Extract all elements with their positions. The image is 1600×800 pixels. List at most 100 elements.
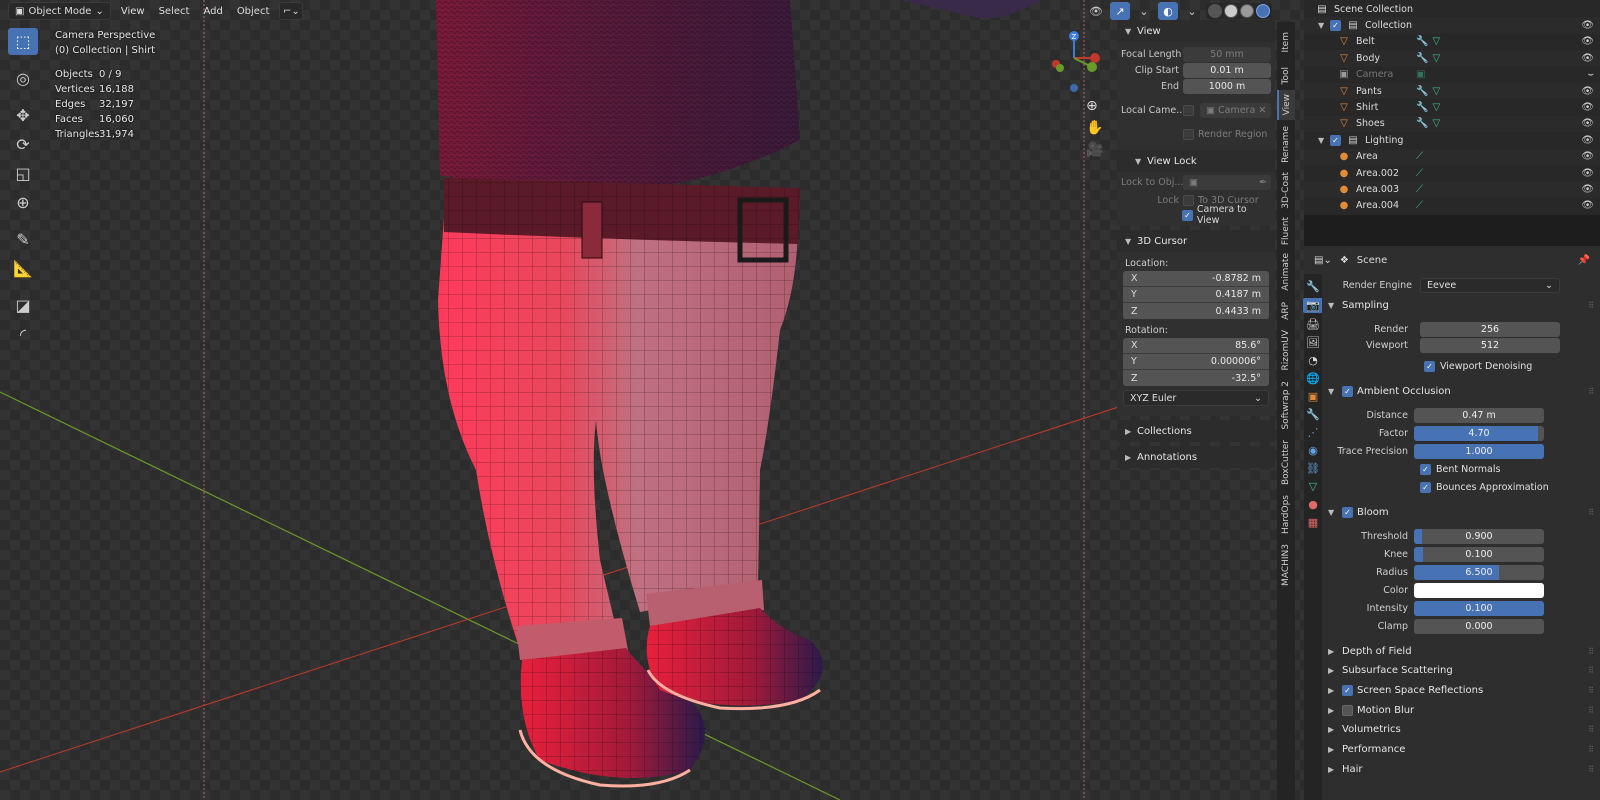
- 3d-viewport[interactable]: ▣ Object Mode ⌄ View Select Add Object ⌐…: [0, 0, 1304, 800]
- eye-icon[interactable]: 👁: [1581, 184, 1594, 195]
- section-subsurface-scattering[interactable]: ▶ Subsurface Scattering ⠿: [1322, 662, 1600, 680]
- outliner-item-area[interactable]: ● Area ⟋ 👁: [1304, 148, 1600, 165]
- outliner-item-belt[interactable]: ▽ Belt 🔧 ▽ 👁: [1304, 34, 1600, 50]
- chevron-down-icon[interactable]: ▼: [1318, 21, 1330, 30]
- wrench-icon[interactable]: 🔧: [1416, 118, 1428, 129]
- eye-icon[interactable]: 👁: [1581, 86, 1594, 97]
- to-3d-cursor-checkbox[interactable]: [1183, 194, 1194, 206]
- tab-3d-coat[interactable]: 3D-Coat: [1277, 168, 1295, 212]
- distance-field[interactable]: 0.47 m: [1414, 407, 1544, 423]
- outliner-root[interactable]: ▤ Scene Collection: [1304, 1, 1600, 17]
- outliner-item-shirt[interactable]: ▽ Shirt 🔧 ▽ 👁: [1304, 99, 1600, 115]
- tab-view[interactable]: View: [1277, 90, 1295, 120]
- collection-checkbox[interactable]: ✓: [1330, 134, 1341, 146]
- bloom-color-swatch[interactable]: [1414, 582, 1544, 598]
- material-shading-icon[interactable]: [1240, 4, 1254, 18]
- camera-to-view-checkbox[interactable]: ✓: [1182, 209, 1193, 221]
- collections-header[interactable]: ▶ Collections: [1117, 420, 1275, 442]
- rotation-z-field[interactable]: Z -32.5°: [1123, 370, 1269, 386]
- tab-fluent[interactable]: Fluent: [1277, 214, 1295, 248]
- location-z-field[interactable]: Z 0.4433 m: [1123, 303, 1269, 319]
- outliner-item-lighting[interactable]: ▼ ✓ ▤ Lighting 👁: [1304, 132, 1600, 148]
- location-y-field[interactable]: Y 0.4187 m: [1123, 287, 1269, 303]
- menu-object[interactable]: Object: [233, 4, 274, 19]
- light-data-icon[interactable]: ⟋: [1416, 168, 1423, 179]
- chevron-down-icon[interactable]: ⌄: [1182, 2, 1202, 20]
- viewport-samples-field[interactable]: 512: [1420, 337, 1560, 353]
- tab-item[interactable]: Item: [1277, 26, 1295, 58]
- focal-length-field[interactable]: 50 mm: [1183, 46, 1271, 62]
- output-properties-icon[interactable]: 🖨: [1306, 318, 1320, 331]
- tool-settings-icon[interactable]: 🔧: [1306, 280, 1320, 293]
- view-lock-header[interactable]: ▼ View Lock: [1117, 150, 1275, 172]
- menu-add[interactable]: Add: [199, 4, 226, 19]
- 3d-cursor-header[interactable]: ▼ 3D Cursor: [1117, 230, 1275, 252]
- data-properties-icon[interactable]: ▽: [1309, 480, 1317, 493]
- mesh-data-icon[interactable]: ▽: [1432, 118, 1440, 129]
- camera-data-icon[interactable]: ▣: [1416, 69, 1425, 80]
- eye-icon[interactable]: 👁: [1581, 151, 1594, 162]
- outliner-item-area-004[interactable]: ● Area.004 ⟋ 👁: [1304, 198, 1600, 214]
- outliner-item-camera[interactable]: ▣ Camera ▣ ⌣: [1304, 67, 1600, 83]
- light-data-icon[interactable]: ⟋: [1416, 151, 1423, 162]
- cursor-icon[interactable]: ◎: [8, 65, 38, 92]
- mesh-data-icon[interactable]: ▽: [1432, 53, 1440, 64]
- menu-select[interactable]: Select: [155, 4, 194, 19]
- threshold-field[interactable]: 0.900: [1414, 528, 1544, 544]
- collection-checkbox[interactable]: ✓: [1330, 20, 1341, 32]
- physics-icon[interactable]: ◉: [1308, 444, 1318, 457]
- knee-field[interactable]: 0.100: [1414, 546, 1544, 562]
- factor-field[interactable]: 4.70: [1414, 425, 1544, 441]
- gizmo-toggle-icon[interactable]: ↗: [1110, 2, 1130, 20]
- view-layer-icon[interactable]: 🖼: [1306, 336, 1320, 349]
- eye-icon[interactable]: 👁: [1581, 135, 1594, 146]
- rotation-x-field[interactable]: X 85.6°: [1123, 338, 1269, 354]
- bounces-row[interactable]: ✓ Bounces Approximation: [1420, 478, 1549, 496]
- overlays-toggle-icon[interactable]: ◐: [1158, 2, 1178, 20]
- tab-arp[interactable]: ARP: [1277, 298, 1295, 324]
- bevel-icon[interactable]: ◜: [8, 321, 38, 348]
- eye-icon[interactable]: 👁: [1581, 200, 1594, 211]
- section-checkbox[interactable]: [1342, 704, 1353, 716]
- location-x-field[interactable]: X -0.8782 m: [1123, 271, 1269, 287]
- wrench-icon[interactable]: 🔧: [1416, 86, 1428, 97]
- clip-end-field[interactable]: 1000 m: [1183, 78, 1271, 94]
- outliner-item-area-002[interactable]: ● Area.002 ⟋ 👁: [1304, 165, 1600, 181]
- bent-normals-checkbox[interactable]: ✓: [1420, 463, 1431, 475]
- object-properties-icon[interactable]: ▣: [1308, 390, 1318, 403]
- tab-softwrap-2[interactable]: Softwrap 2: [1277, 376, 1295, 434]
- outliner-item-collection[interactable]: ▼ ✓ ▤ Collection 👁: [1304, 17, 1600, 34]
- rotation-mode-dropdown[interactable]: XYZ Euler ⌄: [1123, 390, 1269, 406]
- ambient-occlusion-header[interactable]: ▼ ✓ Ambient Occlusion ⠿: [1322, 382, 1600, 400]
- transform-icon[interactable]: ⊕: [8, 189, 38, 216]
- section-hair[interactable]: ▶ Hair ⠿: [1322, 760, 1600, 778]
- annotations-header[interactable]: ▶ Annotations: [1117, 446, 1275, 468]
- chevron-down-icon[interactable]: ⌄: [1134, 2, 1154, 20]
- outliner-item-area-003[interactable]: ● Area.003 ⟋ 👁: [1304, 181, 1600, 198]
- render-properties-icon[interactable]: 📷: [1303, 298, 1323, 313]
- light-data-icon[interactable]: ⟋: [1416, 200, 1423, 211]
- wrench-icon[interactable]: 🔧: [1416, 53, 1428, 64]
- tab-rename[interactable]: Rename: [1277, 122, 1295, 166]
- scale-icon[interactable]: ◱: [8, 160, 38, 187]
- eye-icon[interactable]: 👁: [1581, 168, 1594, 179]
- add-cube-icon[interactable]: ◪: [8, 292, 38, 319]
- clip-start-field[interactable]: 0.01 m: [1183, 62, 1271, 78]
- close-icon[interactable]: ✕: [1258, 105, 1266, 116]
- scene-properties-icon[interactable]: ◔: [1308, 354, 1318, 367]
- transform-pivot-dropdown[interactable]: ⌐⌄: [279, 2, 304, 20]
- wrench-icon[interactable]: 🔧: [1416, 102, 1428, 113]
- rendered-shading-icon[interactable]: [1256, 4, 1270, 18]
- select-box-icon[interactable]: ⬚: [8, 28, 38, 55]
- local-camera-field[interactable]: ▣ Camera ✕: [1200, 102, 1271, 118]
- outliner-item-pants[interactable]: ▽ Pants 🔧 ▽ 👁: [1304, 83, 1600, 100]
- radius-field[interactable]: 6.500: [1414, 564, 1544, 580]
- rotation-y-field[interactable]: Y 0.000006°: [1123, 354, 1269, 370]
- outliner-item-shoes[interactable]: ▽ Shoes 🔧 ▽ 👁: [1304, 115, 1600, 133]
- outliner-item-body[interactable]: ▽ Body 🔧 ▽ 👁: [1304, 50, 1600, 67]
- intensity-field[interactable]: 0.100: [1414, 600, 1544, 616]
- eye-closed-icon[interactable]: ⌣: [1587, 69, 1594, 80]
- particles-icon[interactable]: ⋰: [1308, 426, 1319, 439]
- texture-properties-icon[interactable]: ▦: [1308, 516, 1318, 529]
- editor-type-icon[interactable]: ▤⌄: [1314, 255, 1332, 266]
